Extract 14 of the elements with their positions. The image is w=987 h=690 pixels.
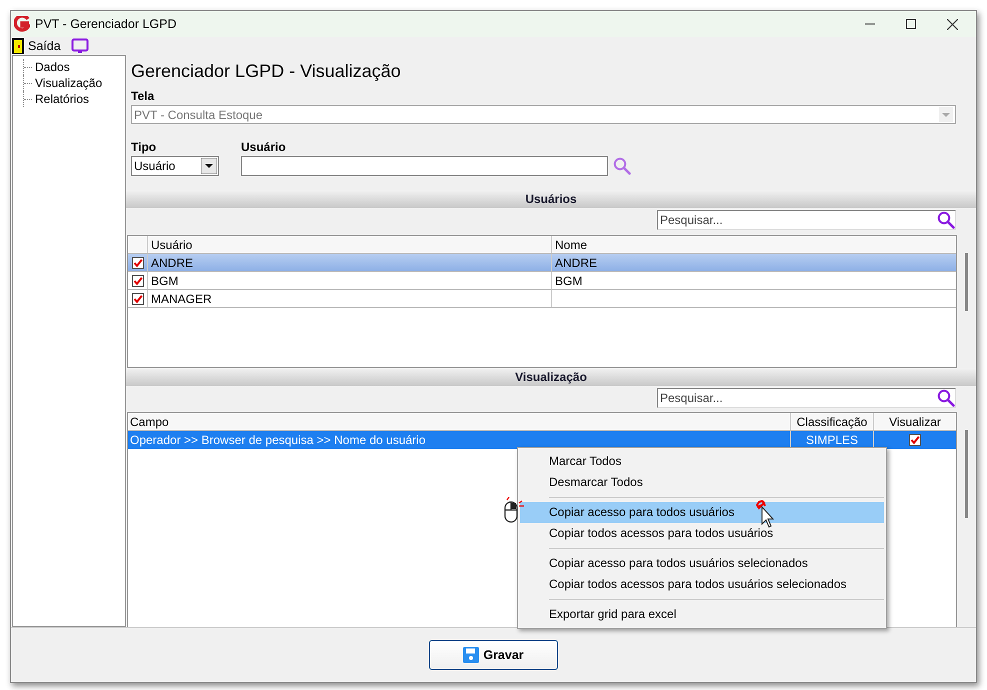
window-title: PVT - Gerenciador LGPD (35, 16, 176, 33)
table-cell: MANAGER (151, 292, 212, 306)
table-cell: SIMPLES (806, 433, 858, 447)
table-cell: BGM (555, 274, 582, 288)
section-header: Usuários (126, 190, 976, 208)
table-cell: ANDRE (555, 256, 598, 270)
section-header: Visualização (126, 368, 976, 386)
field-label: Usuário (241, 140, 287, 154)
field-label: Tipo (131, 140, 158, 154)
table-cell: BGM (151, 274, 178, 288)
page-heading: Gerenciador LGPD - Visualização (131, 60, 402, 83)
table-cell: ANDRE (151, 256, 194, 270)
table-cell: Operador >> Browser de pesquisa >> Nome do usuário (130, 433, 426, 447)
field-label: Tela (131, 89, 156, 103)
